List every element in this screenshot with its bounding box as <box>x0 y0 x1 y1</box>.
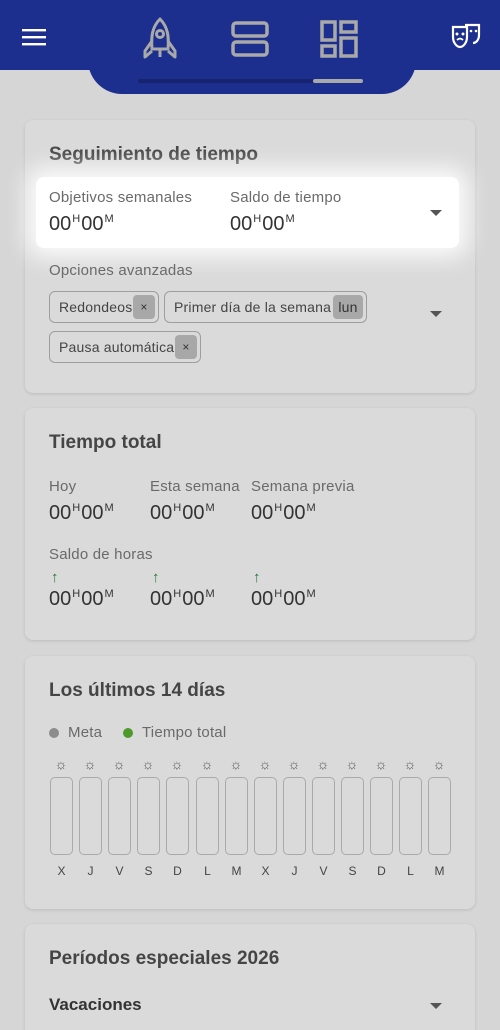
today-value: 00H00M <box>49 502 114 524</box>
weekly-goal-label: Objetivos semanales <box>49 189 193 206</box>
day-bar-slot <box>196 777 219 855</box>
sun-icon: ☼ <box>200 756 214 772</box>
card-title: Períodos especiales 2026 <box>49 948 280 969</box>
day-bar-slot <box>225 777 248 855</box>
sun-icon: ☼ <box>258 756 272 772</box>
legend-swatch-total <box>123 728 133 738</box>
day-bar-slot <box>79 777 102 855</box>
auto-pause-chip[interactable]: Pausa automática × <box>49 331 201 363</box>
day-bar-slot <box>341 777 364 855</box>
sun-icon: ☼ <box>316 756 330 772</box>
hamburger-icon[interactable] <box>18 24 50 50</box>
balance-value: 00H00M <box>49 588 114 610</box>
day-bar-slot <box>50 777 73 855</box>
day-bar-slot <box>137 777 160 855</box>
rows-icon[interactable] <box>228 18 272 60</box>
sun-icon: ☼ <box>170 756 184 772</box>
dashboard-icon[interactable] <box>318 18 360 60</box>
chip-label: Primer día de la semana <box>174 299 332 315</box>
chart-title: Los últimos 14 días <box>49 680 226 701</box>
chevron-down-icon[interactable] <box>430 311 442 317</box>
weekday-tag[interactable]: lun <box>333 295 363 319</box>
day-bar-slot <box>370 777 393 855</box>
day-bar-slot <box>166 777 189 855</box>
day-tick-label: X <box>57 864 66 878</box>
day-tick-label: J <box>87 864 94 878</box>
this-week-value: 00H00M <box>150 502 215 524</box>
tab-indicator <box>313 79 363 83</box>
sun-icon: ☼ <box>403 756 417 772</box>
arrow-up-icon: ↑ <box>253 569 261 586</box>
balance-value: 00H00M <box>251 588 316 610</box>
time-balance-label: Saldo de tiempo <box>230 189 342 206</box>
chip-label: Pausa automática <box>59 339 175 355</box>
card-title: Seguimiento de tiempo <box>49 144 259 165</box>
legend-swatch-goal <box>49 728 59 738</box>
day-bar-slot <box>399 777 422 855</box>
sun-icon: ☼ <box>432 756 446 772</box>
day-bar-slot <box>108 777 131 855</box>
theater-masks-icon[interactable] <box>449 22 483 52</box>
card-title: Tiempo total <box>49 432 162 453</box>
day-tick-label: L <box>204 864 211 878</box>
rounding-chip[interactable]: Redondeos × <box>49 291 159 323</box>
first-day-chip[interactable]: Primer día de la semana lun <box>164 291 367 323</box>
sun-icon: ☼ <box>112 756 126 772</box>
legend-label-goal: Meta <box>68 724 103 741</box>
day-bar-slot <box>428 777 451 855</box>
sun-icon: ☼ <box>229 756 243 772</box>
day-tick-label: X <box>261 864 270 878</box>
arrow-up-icon: ↑ <box>51 569 59 586</box>
day-tick-label: L <box>407 864 414 878</box>
chevron-down-icon[interactable] <box>430 1003 442 1009</box>
chip-label: Redondeos <box>59 299 133 315</box>
day-tick-label: S <box>144 864 153 878</box>
close-icon[interactable]: × <box>175 335 197 359</box>
balance-value: 00H00M <box>150 588 215 610</box>
day-tick-label: D <box>377 864 386 878</box>
this-week-label: Esta semana <box>150 478 240 495</box>
sun-icon: ☼ <box>374 756 388 772</box>
vacation-label: Vacaciones <box>49 995 142 1014</box>
day-tick-label: S <box>348 864 357 878</box>
weekly-goal-value: 00H00M <box>49 213 114 235</box>
arrow-up-icon: ↑ <box>152 569 160 586</box>
today-label: Hoy <box>49 478 77 495</box>
day-tick-label: J <box>291 864 298 878</box>
day-bar-slot <box>312 777 335 855</box>
day-tick-label: V <box>115 864 124 878</box>
chevron-down-icon[interactable] <box>430 210 442 216</box>
tab-bar <box>88 60 416 94</box>
day-bar-slot <box>283 777 306 855</box>
day-bar-slot <box>254 777 277 855</box>
sun-icon: ☼ <box>83 756 97 772</box>
rocket-icon[interactable] <box>140 16 180 62</box>
close-icon[interactable]: × <box>133 295 155 319</box>
advanced-options-label: Opciones avanzadas <box>49 262 193 279</box>
sun-icon: ☼ <box>287 756 301 772</box>
day-tick-label: M <box>231 864 242 878</box>
sun-icon: ☼ <box>141 756 155 772</box>
legend-label-total: Tiempo total <box>142 724 227 741</box>
hours-balance-label: Saldo de horas <box>49 546 153 563</box>
day-tick-label: V <box>319 864 328 878</box>
time-balance-value: 00H00M <box>230 213 295 235</box>
previous-week-label: Semana previa <box>251 478 355 495</box>
previous-week-value: 00H00M <box>251 502 316 524</box>
day-tick-label: M <box>434 864 445 878</box>
sun-icon: ☼ <box>54 756 68 772</box>
sun-icon: ☼ <box>345 756 359 772</box>
day-tick-label: D <box>173 864 182 878</box>
